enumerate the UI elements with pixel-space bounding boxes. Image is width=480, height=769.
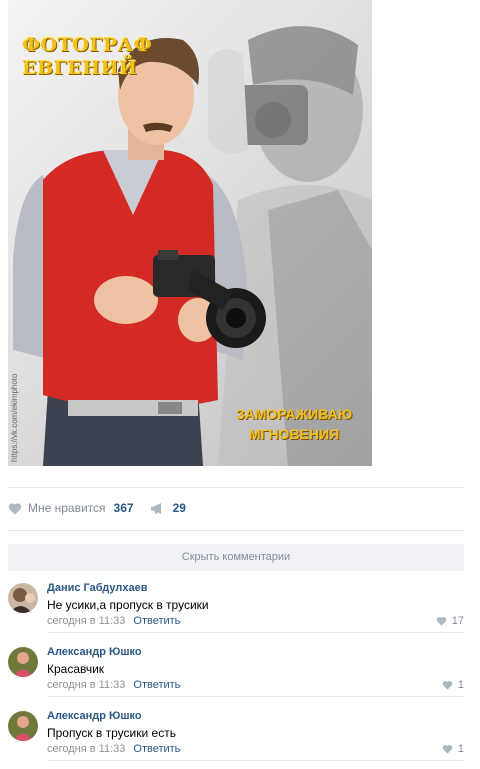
reply-button[interactable]: Ответить (133, 679, 180, 691)
comment-like-button[interactable]: 1 (442, 743, 464, 755)
photo-slogan-text: ЗАМОРАЖИВАЮ МГНОВЕНИЯ (235, 406, 353, 442)
comment-text: Пропуск в трусики есть (47, 726, 176, 740)
heart-icon (8, 502, 22, 514)
comment-meta: сегодня в 11:33 Ответить (47, 615, 180, 627)
post-actions: Мне нравится 367 29 (8, 498, 186, 518)
photo-title-text: ФОТОГРАФ ЕВГЕНИЙ (22, 34, 153, 79)
comment-like-button[interactable]: 1 (442, 679, 464, 691)
reply-button[interactable]: Ответить (133, 743, 180, 755)
megaphone-icon (150, 502, 161, 514)
comment-author[interactable]: Александр Юшко (47, 710, 142, 722)
comment-item: Александр Юшко Пропуск в трусики есть се… (8, 701, 464, 761)
comment-time[interactable]: сегодня в 11:33 (47, 743, 125, 755)
post-photo[interactable]: ФОТОГРАФ ЕВГЕНИЙ ЗАМОРАЖИВАЮ МГНОВЕНИЯ h… (8, 0, 372, 466)
comment-author[interactable]: Данис Габдулхаев (47, 582, 147, 594)
comment-item: Александр Юшко Красавчик сегодня в 11:33… (8, 637, 464, 697)
avatar[interactable] (8, 711, 38, 741)
divider (47, 696, 464, 697)
repost-button[interactable]: 29 (150, 501, 186, 515)
divider (47, 760, 464, 761)
divider (47, 632, 464, 633)
like-count: 367 (113, 501, 134, 515)
heart-icon (436, 617, 447, 626)
heart-icon (442, 745, 453, 754)
comment-text: Красавчик (47, 662, 105, 676)
repost-count: 29 (172, 501, 186, 515)
comment-time[interactable]: сегодня в 11:33 (47, 679, 125, 691)
divider (8, 487, 464, 488)
comment-like-count: 1 (457, 743, 464, 755)
like-button[interactable]: Мне нравится 367 (8, 501, 134, 515)
comment-time[interactable]: сегодня в 11:33 (47, 615, 125, 627)
photo-watermark: https://vk.com/ekimphoto (10, 373, 19, 462)
comment-item: Данис Габдулхаев Не усики,а пропуск в тр… (8, 573, 464, 633)
comment-text: Не усики,а пропуск в трусики (47, 598, 209, 612)
divider (8, 530, 464, 531)
avatar[interactable] (8, 583, 38, 613)
comment-author[interactable]: Александр Юшко (47, 646, 142, 658)
comment-like-button[interactable]: 17 (436, 615, 464, 627)
reply-button[interactable]: Ответить (133, 615, 180, 627)
avatar[interactable] (8, 647, 38, 677)
heart-icon (442, 681, 453, 690)
hide-comments-button[interactable]: Скрыть комментарии (8, 544, 464, 571)
comment-meta: сегодня в 11:33 Ответить (47, 679, 180, 691)
comment-like-count: 17 (451, 615, 464, 627)
like-label: Мне нравится (28, 501, 106, 515)
comment-meta: сегодня в 11:33 Ответить (47, 743, 180, 755)
comment-like-count: 1 (457, 679, 464, 691)
